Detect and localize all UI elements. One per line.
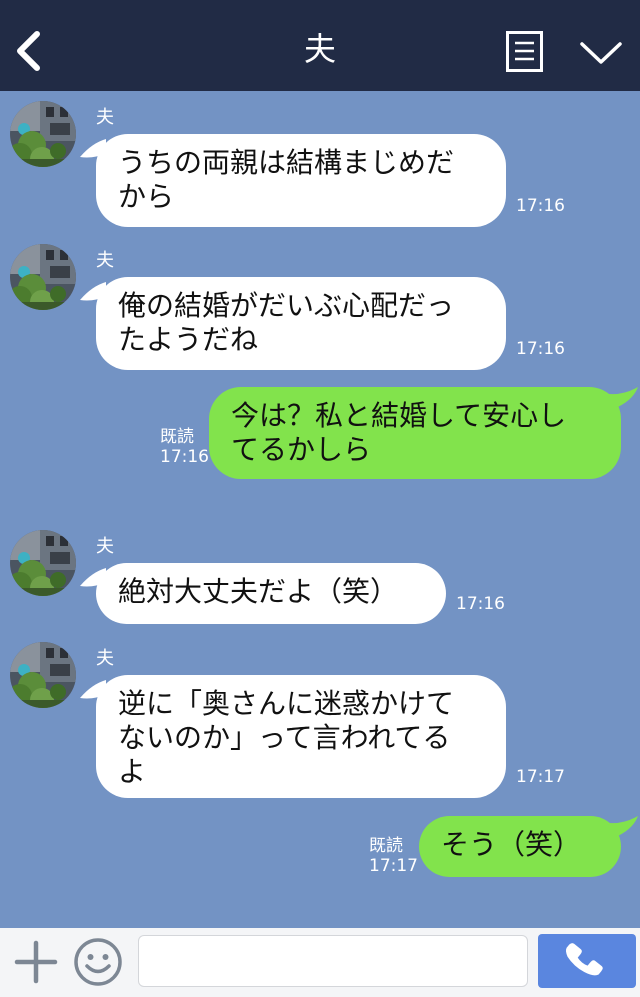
- read-receipt: 既読 17:16: [160, 427, 209, 467]
- avatar[interactable]: [10, 642, 76, 708]
- message-bubble[interactable]: 今は？私と結婚して安心し てるかしら: [209, 387, 621, 479]
- menu-list-icon: [506, 31, 543, 72]
- message-time: 17:16: [456, 594, 505, 614]
- message-text: 俺の結婚がだいぶ心配だっ たようだね: [118, 289, 455, 356]
- message-incoming: 夫 俺の結婚がだいぶ心配だっ たようだね 17:16: [0, 234, 640, 374]
- sender-name: 夫: [96, 648, 114, 669]
- message-text: 絶対大丈夫だよ（笑）: [118, 575, 399, 608]
- message-bubble[interactable]: 絶対大丈夫だよ（笑）: [96, 563, 446, 624]
- message-incoming: 夫 逆に「奥さんに迷惑かけて ないのか」って言われてる よ 17:17: [0, 632, 640, 802]
- message-time: 17:17: [516, 767, 565, 787]
- message-time: 17:17: [369, 856, 418, 876]
- back-arrow-icon: [17, 31, 40, 71]
- chat-area[interactable]: 夫 うちの両親は結構まじめだ から 17:16 夫 俺の結婚がだいぶ心配だっ た…: [0, 91, 640, 928]
- read-receipt: 既読 17:17: [369, 836, 418, 876]
- message-bubble[interactable]: うちの両親は結構まじめだ から: [96, 134, 506, 227]
- message-input[interactable]: [138, 935, 528, 987]
- chevron-down-icon: [580, 42, 622, 64]
- message-text: うちの両親は結構まじめだ から: [118, 146, 455, 213]
- sender-name: 夫: [96, 536, 114, 557]
- sender-name: 夫: [96, 250, 114, 271]
- avatar[interactable]: [10, 244, 76, 310]
- bubble-tail: [602, 816, 638, 840]
- message-incoming: 夫 うちの両親は結構まじめだ から 17:16: [0, 91, 640, 231]
- message-outgoing: 既読 17:16 今は？私と結婚して安心し てるかしら: [0, 381, 640, 491]
- emoji-button[interactable]: [73, 937, 123, 987]
- message-time: 17:16: [516, 196, 565, 216]
- plus-icon: [14, 940, 58, 984]
- back-button[interactable]: [10, 28, 50, 74]
- message-incoming: 夫 絶対大丈夫だよ（笑） 17:16: [0, 520, 640, 630]
- collapse-button[interactable]: [578, 38, 624, 68]
- call-button[interactable]: [538, 934, 636, 988]
- read-label: 既読: [160, 427, 194, 447]
- message-bubble[interactable]: 逆に「奥さんに迷惑かけて ないのか」って言われてる よ: [96, 675, 506, 798]
- phone-icon: [565, 943, 603, 976]
- avatar[interactable]: [10, 530, 76, 596]
- message-time: 17:16: [516, 339, 565, 359]
- message-text: 逆に「奥さんに迷惑かけて ないのか」って言われてる よ: [118, 687, 455, 788]
- message-outgoing: 既読 17:17 そう（笑）: [0, 812, 640, 892]
- plus-button[interactable]: [14, 940, 58, 984]
- message-bubble[interactable]: 俺の結婚がだいぶ心配だっ たようだね: [96, 277, 506, 370]
- chat-header: 夫: [0, 0, 640, 91]
- read-label: 既読: [369, 836, 403, 856]
- message-time: 17:16: [160, 447, 209, 467]
- menu-button[interactable]: [506, 31, 543, 72]
- sender-name: 夫: [96, 107, 114, 128]
- avatar[interactable]: [10, 101, 76, 167]
- bubble-tail: [602, 387, 638, 411]
- chat-title: 夫: [303, 30, 336, 68]
- message-bubble[interactable]: そう（笑）: [419, 816, 621, 877]
- smiley-icon: [74, 938, 122, 986]
- message-text: そう（笑）: [441, 828, 582, 861]
- message-text: 今は？私と結婚して安心し てるかしら: [231, 399, 567, 466]
